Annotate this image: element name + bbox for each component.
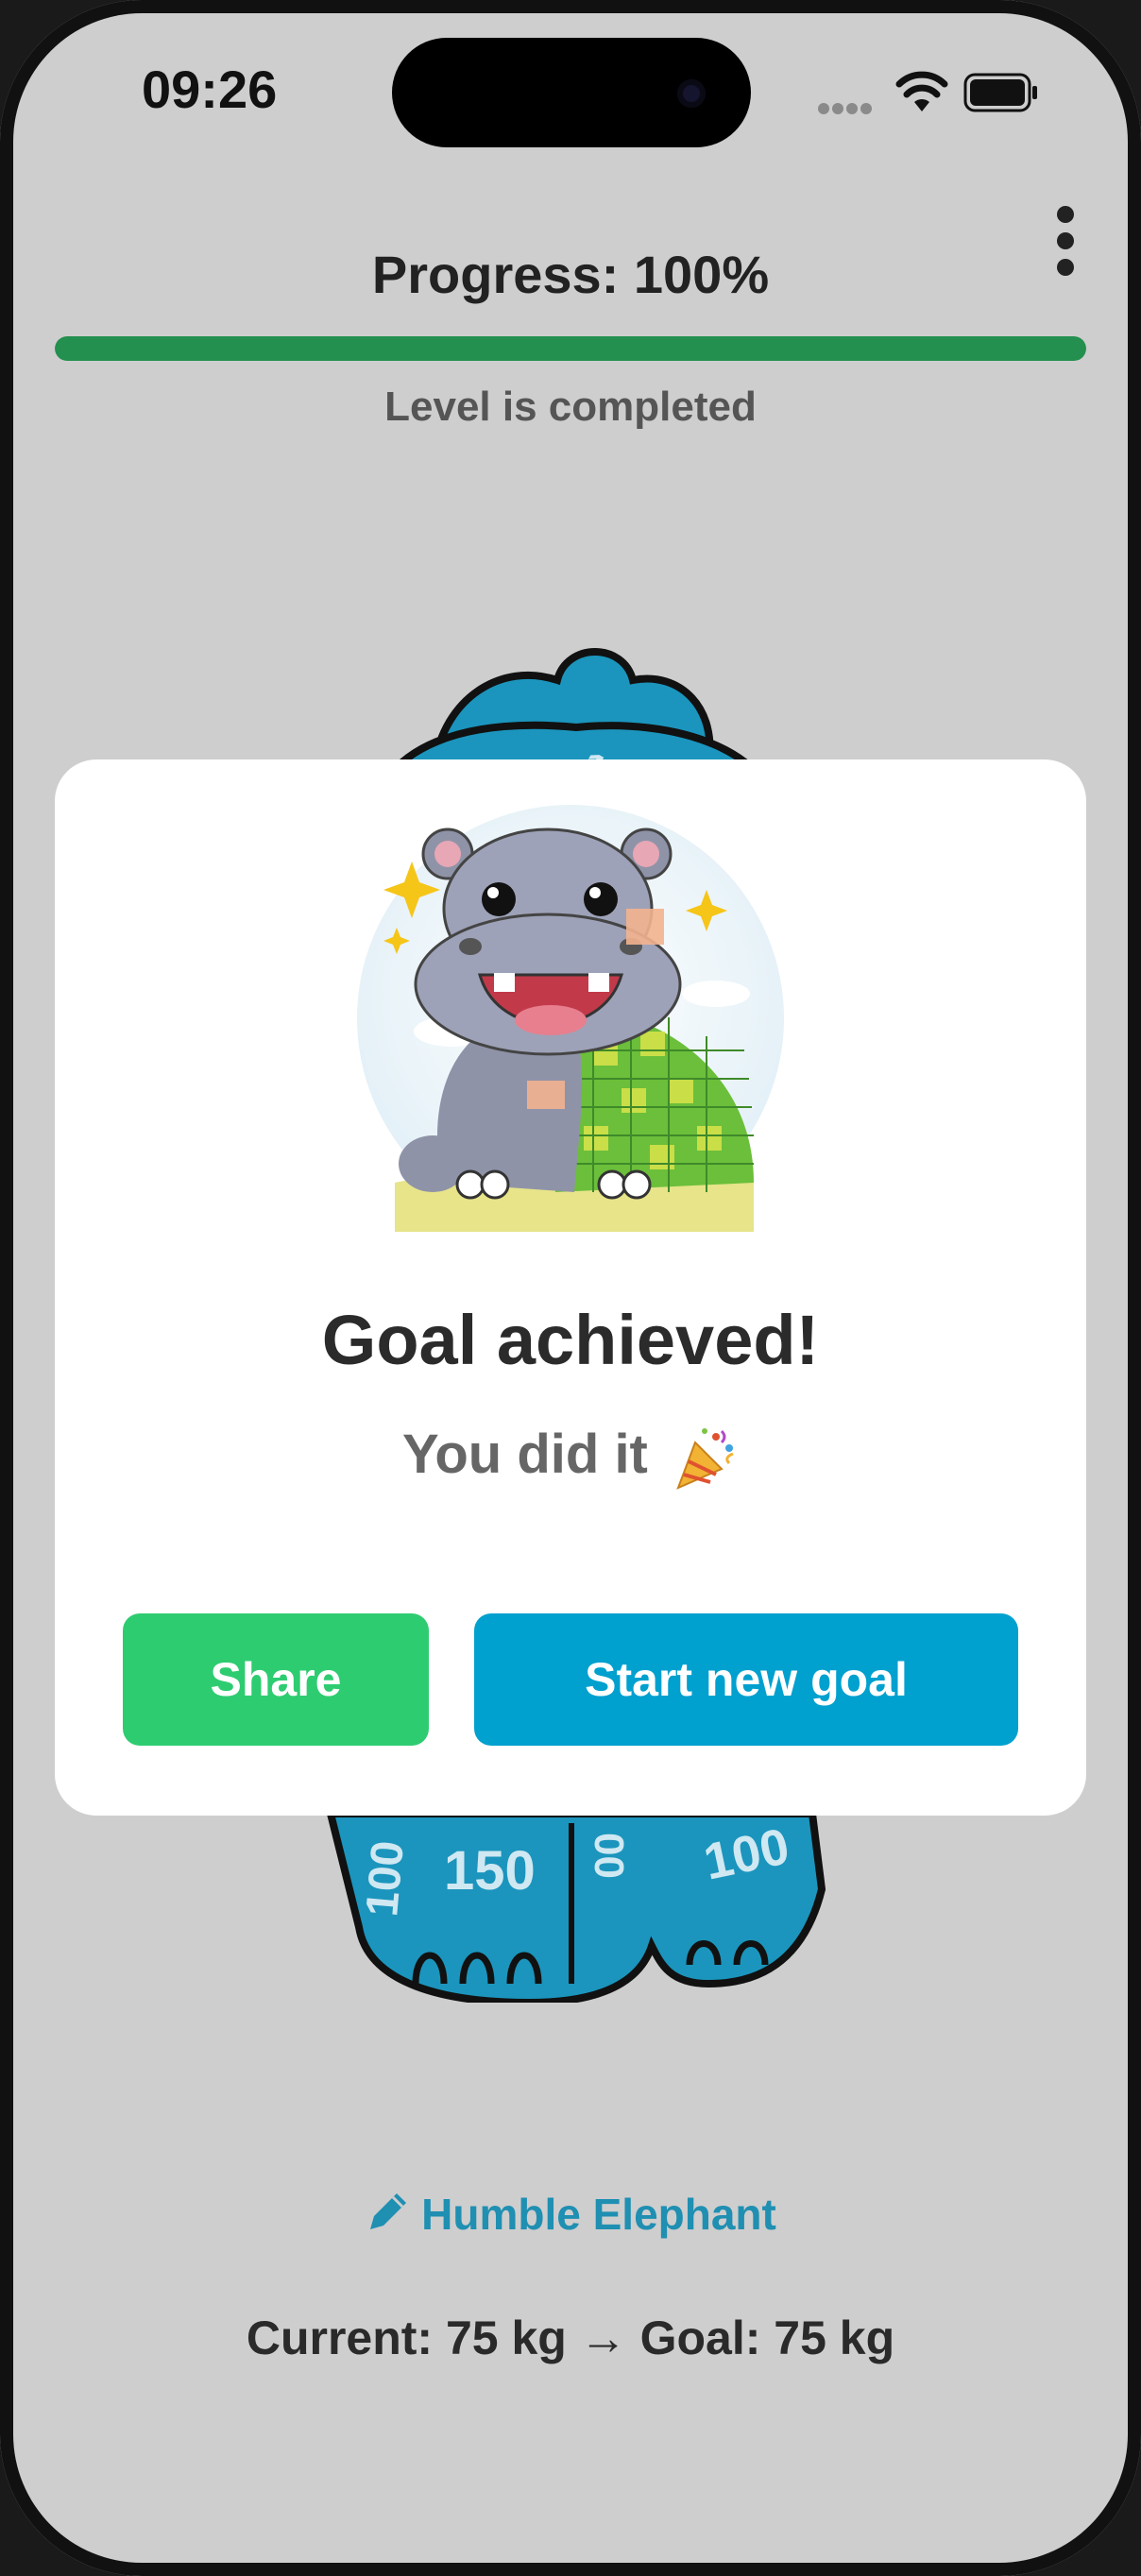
current-goal-weights: Current: 75 kg → Goal: 75 kg [246, 2312, 895, 2364]
dynamic-island [392, 38, 751, 147]
creature-label: 150 [444, 1840, 536, 1902]
progress-title: Progress: 100% [371, 245, 770, 304]
goal-achieved-dialog: Goal achieved! You did it Share Start ne… [55, 759, 1086, 1816]
battery-icon [963, 73, 1037, 112]
wifi-icon [895, 71, 948, 111]
goal-subtitle-text: You did it [402, 1424, 648, 1485]
cellular-signal-icon [818, 102, 875, 119]
progress-bar [55, 336, 1086, 361]
hippo-mascot-image [357, 805, 784, 1232]
profile-name: Humble Elephant [421, 2190, 776, 2239]
party-popper-icon [676, 1427, 734, 1490]
status-time: 09:26 [142, 60, 278, 119]
creature-label: 00 [586, 1833, 632, 1879]
pencil-icon [370, 2193, 407, 2229]
creature-label: 100 [357, 1839, 414, 1919]
progress-bar-fill [55, 336, 1086, 361]
phone-screen: 09:26 Progress: 100% Level is completed … [0, 0, 1141, 2576]
goal-subtitle: You did it [55, 1423, 1086, 1492]
start-new-goal-button[interactable]: Start new goal [474, 1613, 1018, 1746]
profile-name-link[interactable]: Humble Elephant [0, 2188, 1141, 2240]
goal-title: Goal achieved! [321, 1301, 820, 1379]
level-status: Level is completed [384, 384, 757, 430]
share-button[interactable]: Share [123, 1613, 429, 1746]
